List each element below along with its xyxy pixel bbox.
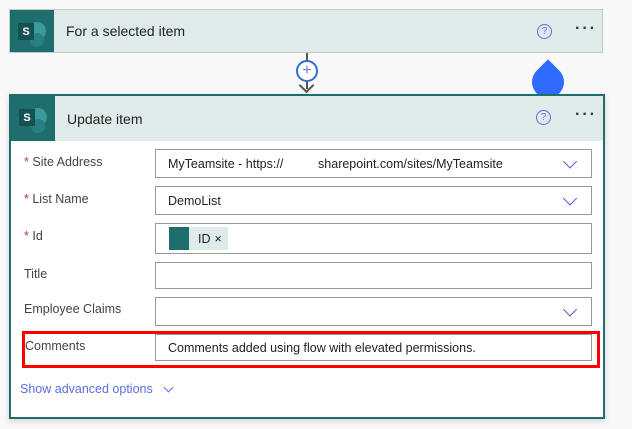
- action-title: Update item: [67, 110, 143, 127]
- list-name-label: * List Name: [24, 192, 89, 206]
- employee-claims-label: Employee Claims: [24, 302, 122, 316]
- chevron-down-icon: [163, 382, 174, 392]
- employee-claims-dropdown[interactable]: [155, 297, 592, 326]
- chevron-down-icon[interactable]: [562, 301, 578, 317]
- list-name-dropdown[interactable]: DemoList: [155, 186, 592, 215]
- comments-input[interactable]: Comments added using flow with elevated …: [155, 334, 592, 361]
- trigger-card[interactable]: S For a selected item ? ···: [9, 9, 603, 53]
- id-input[interactable]: ID ×: [155, 223, 592, 254]
- more-options-button[interactable]: ···: [575, 20, 597, 38]
- id-label: * Id: [24, 229, 43, 243]
- help-icon[interactable]: ?: [536, 110, 551, 125]
- title-input[interactable]: [155, 262, 592, 289]
- chevron-down-icon[interactable]: [562, 190, 578, 206]
- sharepoint-icon: S: [11, 96, 55, 141]
- sharepoint-icon: [169, 227, 189, 250]
- chevron-down-icon[interactable]: [562, 153, 578, 169]
- comments-label: Comments: [25, 339, 86, 353]
- site-address-dropdown[interactable]: MyTeamsite - https:// sharepoint.com/sit…: [155, 149, 592, 178]
- site-address-label: * Site Address: [24, 155, 103, 169]
- more-options-button[interactable]: ···: [575, 106, 597, 124]
- update-item-header[interactable]: S Update item ? ···: [11, 96, 603, 141]
- trigger-title: For a selected item: [66, 23, 186, 39]
- remove-token-icon[interactable]: ×: [215, 232, 228, 246]
- show-advanced-options-link[interactable]: Show advanced options: [20, 382, 174, 396]
- update-item-card: S Update item ? ···: [9, 94, 605, 419]
- help-icon[interactable]: ?: [537, 24, 552, 39]
- title-label: Title: [24, 267, 48, 281]
- sharepoint-icon: S: [10, 10, 54, 52]
- id-token[interactable]: ID ×: [169, 227, 228, 250]
